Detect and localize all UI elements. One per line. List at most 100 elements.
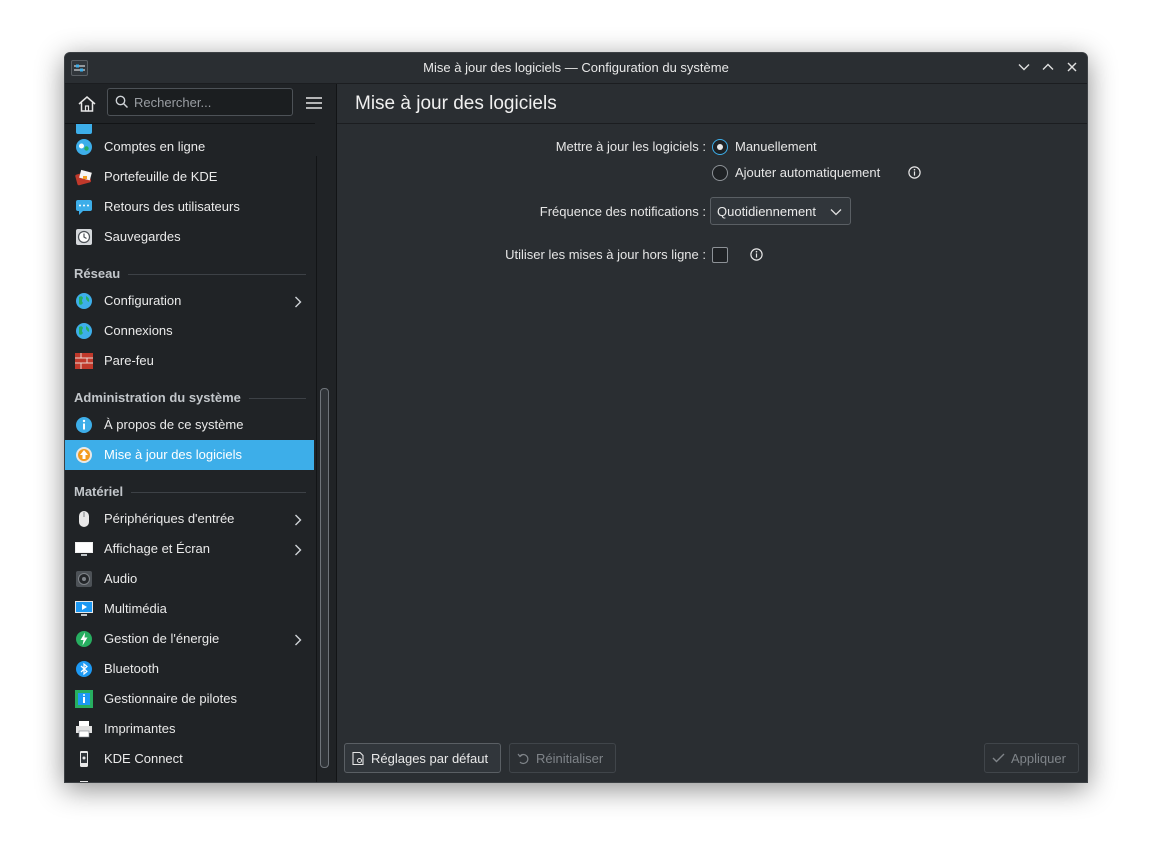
page-header: Mise à jour des logiciels bbox=[337, 84, 1087, 124]
main-content: Mise à jour des logiciels Mettre à jour … bbox=[336, 84, 1087, 782]
search-input[interactable] bbox=[134, 89, 284, 115]
sidebar-item-driver-manager[interactable]: Gestionnaire de pilotes bbox=[65, 684, 314, 714]
sidebar-item-kde-wallet[interactable]: Portefeuille de KDE bbox=[65, 162, 314, 192]
close-button[interactable] bbox=[1065, 60, 1079, 74]
sidebar-item-label: Connexions bbox=[104, 323, 173, 338]
section-header-system-administration: Administration du système bbox=[74, 388, 306, 408]
sidebar-item-about-system[interactable]: À propos de ce système bbox=[65, 410, 314, 440]
sidebar-item-label: Affichage et Écran bbox=[104, 541, 210, 556]
chevron-down-icon bbox=[1018, 64, 1030, 71]
sidebar-item-label: Retours des utilisateurs bbox=[104, 199, 240, 214]
info-icon[interactable] bbox=[750, 248, 763, 261]
section-title: Réseau bbox=[74, 266, 129, 281]
hamburger-menu-button[interactable] bbox=[305, 96, 323, 110]
sidebar-item-label: KDE Connect bbox=[104, 751, 183, 766]
chevron-right-icon bbox=[295, 296, 302, 308]
update-mode-label: Mettre à jour les logiciels : bbox=[555, 139, 706, 154]
sidebar-scrollbar-thumb[interactable] bbox=[320, 388, 329, 768]
sidebar-item-bluetooth[interactable]: Bluetooth bbox=[65, 654, 314, 684]
sidebar-item-label: Pare-feu bbox=[104, 353, 154, 368]
sidebar-item-network-configuration[interactable]: Configuration bbox=[65, 286, 314, 316]
page-title: Mise à jour des logiciels bbox=[355, 93, 557, 114]
defaults-button-label: Réglages par défaut bbox=[371, 751, 489, 766]
sidebar-item-audio[interactable]: Audio bbox=[65, 564, 314, 594]
info-icon bbox=[76, 417, 92, 433]
sidebar-list[interactable]: Comptes en ligne Portefeuille de KDE Ret… bbox=[65, 124, 315, 782]
radio-manual[interactable] bbox=[712, 139, 728, 155]
app-icon bbox=[80, 781, 88, 782]
search-box[interactable] bbox=[107, 88, 293, 116]
hamburger-menu-icon bbox=[306, 97, 322, 109]
sidebar-item-printers[interactable]: Imprimantes bbox=[65, 714, 314, 744]
sidebar-item-multimedia[interactable]: Multimédia bbox=[65, 594, 314, 624]
sidebar-item-software-update[interactable]: Mise à jour des logiciels bbox=[65, 440, 314, 470]
sidebar-item-label: À propos de ce système bbox=[104, 417, 244, 432]
sidebar-item-label: Sauvegardes bbox=[104, 229, 181, 244]
section-header-network: Réseau bbox=[74, 264, 306, 284]
undo-icon bbox=[517, 753, 529, 765]
sidebar-item-label: Mise à jour des logiciels bbox=[104, 447, 243, 462]
firewall-icon bbox=[75, 353, 93, 369]
printer-icon bbox=[76, 721, 92, 738]
home-button[interactable] bbox=[77, 94, 97, 114]
chevron-right-icon bbox=[295, 634, 302, 646]
sidebar-item-label: Portefeuille de KDE bbox=[104, 169, 218, 184]
reset-button-label: Réinitialiser bbox=[536, 751, 604, 766]
sidebar-item-connections[interactable]: Connexions bbox=[65, 316, 314, 346]
sidebar-item-label: Imprimantes bbox=[104, 721, 176, 736]
sidebar-item-input-devices[interactable]: Périphériques d'entrée bbox=[65, 504, 314, 534]
radio-manual-label[interactable]: Manuellement bbox=[735, 139, 817, 154]
bluetooth-icon bbox=[76, 661, 92, 677]
offline-updates-checkbox[interactable] bbox=[712, 247, 728, 263]
apply-button[interactable]: Appliquer bbox=[984, 743, 1079, 773]
sidebar-item-display[interactable]: Affichage et Écran bbox=[65, 534, 314, 564]
offline-updates-label: Utiliser les mises à jour hors ligne : bbox=[505, 247, 706, 262]
sidebar-item-label: Multimédia bbox=[104, 601, 167, 616]
software-update-icon bbox=[76, 447, 92, 463]
driver-manager-icon bbox=[75, 690, 93, 708]
sidebar-item-partial-bottom[interactable] bbox=[65, 774, 314, 782]
network-globe-icon bbox=[76, 323, 92, 339]
sidebar-item-online-accounts[interactable]: Comptes en ligne bbox=[65, 132, 314, 162]
online-accounts-icon bbox=[76, 139, 92, 155]
minimize-button[interactable] bbox=[1017, 60, 1031, 74]
sidebar-item-user-feedback[interactable]: Retours des utilisateurs bbox=[65, 192, 314, 222]
sidebar-item-backups[interactable]: Sauvegardes bbox=[65, 222, 314, 252]
notification-frequency-label: Fréquence des notifications : bbox=[539, 204, 706, 219]
sidebar-header bbox=[65, 84, 322, 124]
sidebar-item-label: Périphériques d'entrée bbox=[104, 511, 235, 526]
maximize-button[interactable] bbox=[1041, 60, 1055, 74]
sidebar-item-firewall[interactable]: Pare-feu bbox=[65, 346, 314, 376]
sidebar-item-kde-connect[interactable]: KDE Connect bbox=[65, 744, 314, 774]
notification-frequency-value: Quotidiennement bbox=[717, 204, 817, 219]
sidebar-item-power-management[interactable]: Gestion de l'énergie bbox=[65, 624, 314, 654]
settings-window: Mise à jour des logiciels — Configuratio… bbox=[64, 52, 1088, 783]
radio-automatic[interactable] bbox=[712, 165, 728, 181]
info-icon[interactable] bbox=[908, 166, 921, 179]
mouse-icon bbox=[79, 511, 89, 527]
power-icon bbox=[76, 631, 92, 647]
close-icon bbox=[1067, 62, 1077, 72]
search-icon bbox=[115, 95, 129, 109]
radio-automatic-label[interactable]: Ajouter automatiquement bbox=[735, 165, 880, 180]
home-icon bbox=[78, 96, 96, 112]
checkmark-icon bbox=[992, 753, 1005, 763]
sidebar-item-label: Configuration bbox=[104, 293, 182, 308]
network-globe-icon bbox=[76, 293, 92, 309]
sidebar-item-label: Gestionnaire de pilotes bbox=[104, 691, 237, 706]
window-title: Mise à jour des logiciels — Configuratio… bbox=[423, 60, 729, 75]
defaults-button[interactable]: Réglages par défaut bbox=[344, 743, 501, 773]
backups-icon bbox=[76, 229, 92, 245]
sidebar-item-label: Comptes en ligne bbox=[104, 139, 206, 154]
user-feedback-icon bbox=[76, 200, 92, 215]
notification-frequency-select[interactable]: Quotidiennement bbox=[710, 197, 851, 225]
sidebar-item-label: Audio bbox=[104, 571, 138, 586]
multimedia-icon bbox=[75, 601, 93, 616]
chevron-up-icon bbox=[1042, 63, 1054, 70]
reset-button[interactable]: Réinitialiser bbox=[509, 743, 616, 773]
phone-icon bbox=[80, 751, 88, 767]
title-bar[interactable]: Mise à jour des logiciels — Configuratio… bbox=[65, 53, 1087, 84]
section-header-hardware: Matériel bbox=[74, 482, 306, 502]
sidebar-item-label: Bluetooth bbox=[104, 661, 159, 676]
chevron-right-icon bbox=[295, 544, 302, 556]
